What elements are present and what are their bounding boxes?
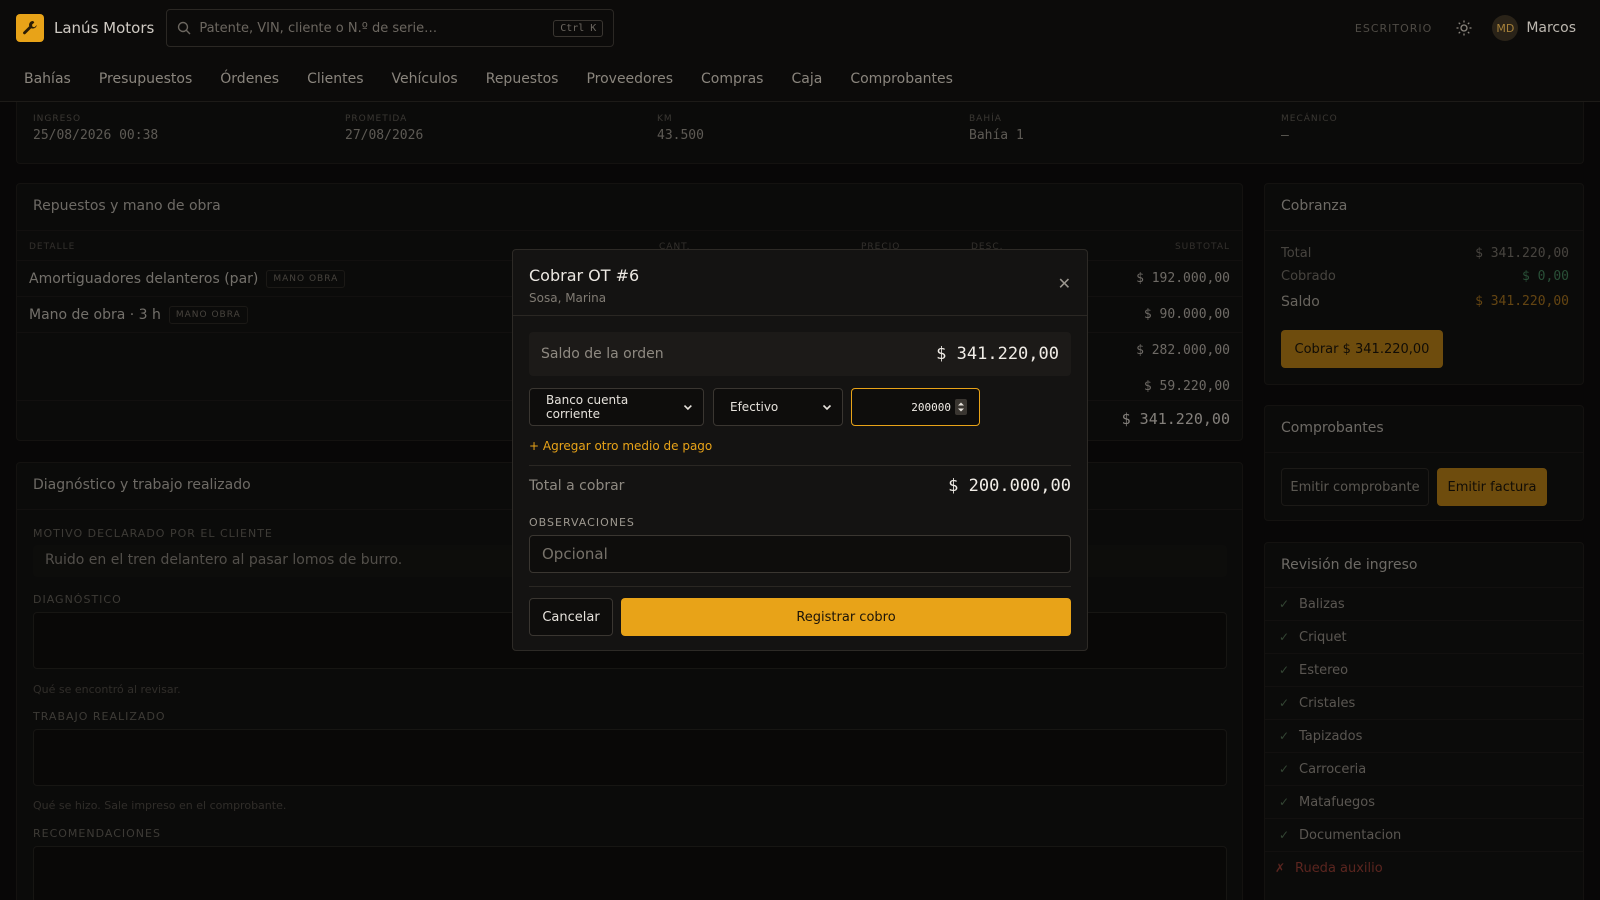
method-select[interactable]: Efectivo (713, 388, 843, 426)
top-right: ESCRITORIO MD Marcos (1355, 0, 1576, 56)
saldo-label: Saldo de la orden (541, 346, 664, 362)
amount-input[interactable]: 200000 (851, 388, 980, 426)
cobrar-modal: Cobrar OT #6 Sosa, Marina ✕ Saldo de la … (512, 249, 1088, 651)
search-input[interactable]: Patente, VIN, cliente o N.º de serie… (199, 21, 553, 36)
nav-comprobantes[interactable]: Comprobantes (850, 71, 953, 87)
total-label: Total a cobrar (529, 478, 625, 494)
total-row: Total a cobrar $ 200.000,00 (529, 476, 1071, 496)
cancel-button[interactable]: Cancelar (529, 598, 613, 636)
modal-title: Cobrar OT #6 (529, 266, 640, 285)
modal-divider (529, 465, 1071, 466)
search-box[interactable]: Patente, VIN, cliente o N.º de serie… Ct… (166, 9, 615, 47)
mode-label[interactable]: ESCRITORIO (1355, 22, 1432, 35)
observaciones-label: OBSERVACIONES (529, 516, 635, 529)
total-value: $ 200.000,00 (948, 476, 1071, 496)
top-bar: Lanús Motors Patente, VIN, cliente o N.º… (0, 0, 1600, 56)
chevron-down-icon (822, 404, 832, 411)
close-icon[interactable]: ✕ (1058, 274, 1071, 293)
nav-vehiculos[interactable]: Vehículos (392, 71, 458, 87)
modal-header: Cobrar OT #6 Sosa, Marina ✕ (513, 250, 1087, 316)
main-nav: Bahías Presupuestos Órdenes Clientes Veh… (0, 56, 1600, 102)
add-payment-method-link[interactable]: + Agregar otro medio de pago (529, 439, 712, 453)
nav-repuestos[interactable]: Repuestos (486, 71, 559, 87)
search-shortcut: Ctrl K (553, 19, 604, 37)
brand-name: Lanús Motors (54, 19, 155, 37)
observaciones-input[interactable]: Opcional (529, 535, 1071, 573)
search-icon (178, 21, 191, 35)
saldo-box: Saldo de la orden $ 341.220,00 (529, 332, 1071, 376)
nav-ordenes[interactable]: Órdenes (220, 71, 279, 87)
account-select[interactable]: Banco cuenta corriente (529, 388, 704, 426)
chevron-down-icon (684, 404, 693, 411)
nav-bahias[interactable]: Bahías (24, 71, 71, 87)
nav-compras[interactable]: Compras (701, 71, 764, 87)
registrar-cobro-button[interactable]: Registrar cobro (621, 598, 1071, 636)
saldo-value: $ 341.220,00 (936, 344, 1059, 364)
user-name[interactable]: Marcos (1526, 20, 1576, 36)
nav-proveedores[interactable]: Proveedores (586, 71, 673, 87)
stepper-icon[interactable] (955, 399, 967, 415)
nav-presupuestos[interactable]: Presupuestos (99, 71, 192, 87)
wrench-logo-icon (16, 14, 44, 42)
sun-icon[interactable] (1456, 20, 1472, 36)
nav-caja[interactable]: Caja (791, 71, 822, 87)
modal-footer-divider (529, 586, 1071, 587)
nav-clientes[interactable]: Clientes (307, 71, 363, 87)
modal-subtitle: Sosa, Marina (529, 291, 607, 305)
avatar[interactable]: MD (1492, 15, 1519, 41)
app-root: Lanús Motors Patente, VIN, cliente o N.º… (0, 0, 1600, 900)
